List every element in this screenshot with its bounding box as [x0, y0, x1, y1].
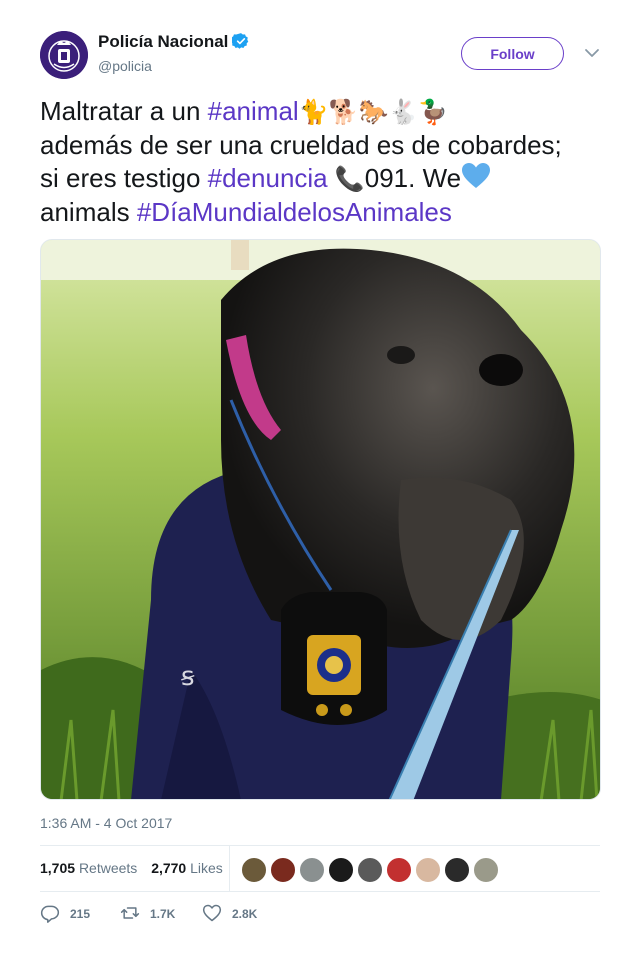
like-button[interactable]: 2.8K — [202, 903, 257, 923]
retweets-stat[interactable]: 1,705 Retweets — [40, 860, 137, 876]
tweet-text-part: animals — [40, 197, 137, 227]
phone-emoji: 📞 — [334, 165, 365, 193]
likes-count: 2,770 — [151, 860, 187, 876]
tweet-text-part: si eres testigo — [40, 163, 208, 193]
verified-badge-icon — [232, 33, 249, 49]
retweets-label: Retweets — [78, 860, 138, 876]
liker-avatar[interactable] — [386, 857, 412, 883]
liker-avatar[interactable] — [299, 857, 325, 883]
author-name-text[interactable]: Policía Nacional — [98, 32, 228, 51]
reply-count: 215 — [70, 907, 91, 921]
tweet-text-part: Maltratar a un — [40, 96, 208, 126]
like-action-count: 2.8K — [232, 907, 258, 921]
like-icon — [202, 904, 222, 922]
liker-avatar[interactable] — [241, 857, 267, 883]
dog-photo-illustration: ꞩ — [41, 240, 600, 799]
svg-text:ꞩ: ꞩ — [181, 662, 195, 692]
author-name[interactable]: Policía Nacional — [98, 32, 250, 52]
author-avatar[interactable] — [40, 31, 88, 79]
hashtag-dia-mundial[interactable]: #DíaMundialdelosAnimales — [137, 197, 452, 227]
retweet-action-count: 1.7K — [150, 907, 176, 921]
liker-avatar[interactable] — [328, 857, 354, 883]
retweet-icon — [120, 907, 140, 919]
chevron-down-icon[interactable] — [584, 47, 600, 59]
hashtag-animal[interactable]: #animal — [208, 96, 299, 126]
likes-label: Likes — [190, 860, 223, 876]
author-handle[interactable]: @policia — [98, 58, 152, 74]
tweet-text-part: 091. We — [364, 163, 462, 193]
divider — [40, 845, 600, 846]
reply-button[interactable]: 215 — [40, 903, 90, 923]
retweets-count: 1,705 — [40, 860, 76, 876]
hashtag-denuncia[interactable]: #denuncia — [208, 163, 328, 193]
liker-avatar[interactable] — [444, 857, 470, 883]
liker-avatar[interactable] — [270, 857, 296, 883]
reply-icon — [40, 905, 60, 923]
tweet-timestamp[interactable]: 1:36 AM - 4 Oct 2017 — [40, 815, 172, 831]
stats-separator — [229, 846, 230, 891]
blue-heart-icon — [462, 163, 491, 188]
animal-emojis: 🐈🐕🐎🐇🦆 — [298, 98, 449, 126]
liker-avatar[interactable] — [357, 857, 383, 883]
tweet-text-part: además de ser una crueldad es de cobarde… — [40, 130, 562, 160]
divider — [40, 891, 600, 892]
tweet-card: Policía Nacional @policia Follow Maltrat… — [0, 0, 640, 954]
tweet-photo[interactable]: ꞩ — [40, 239, 601, 800]
retweet-button[interactable]: 1.7K — [120, 903, 175, 923]
liker-avatar[interactable] — [473, 857, 499, 883]
tweet-text: Maltratar a un #animal🐈🐕🐎🐇🦆 además de se… — [40, 95, 610, 229]
liker-avatar[interactable] — [415, 857, 441, 883]
follow-button[interactable]: Follow — [461, 37, 564, 70]
engagement-stats: 1,705 Retweets 2,770 Likes — [40, 860, 233, 876]
likes-stat[interactable]: 2,770 Likes — [151, 860, 223, 876]
